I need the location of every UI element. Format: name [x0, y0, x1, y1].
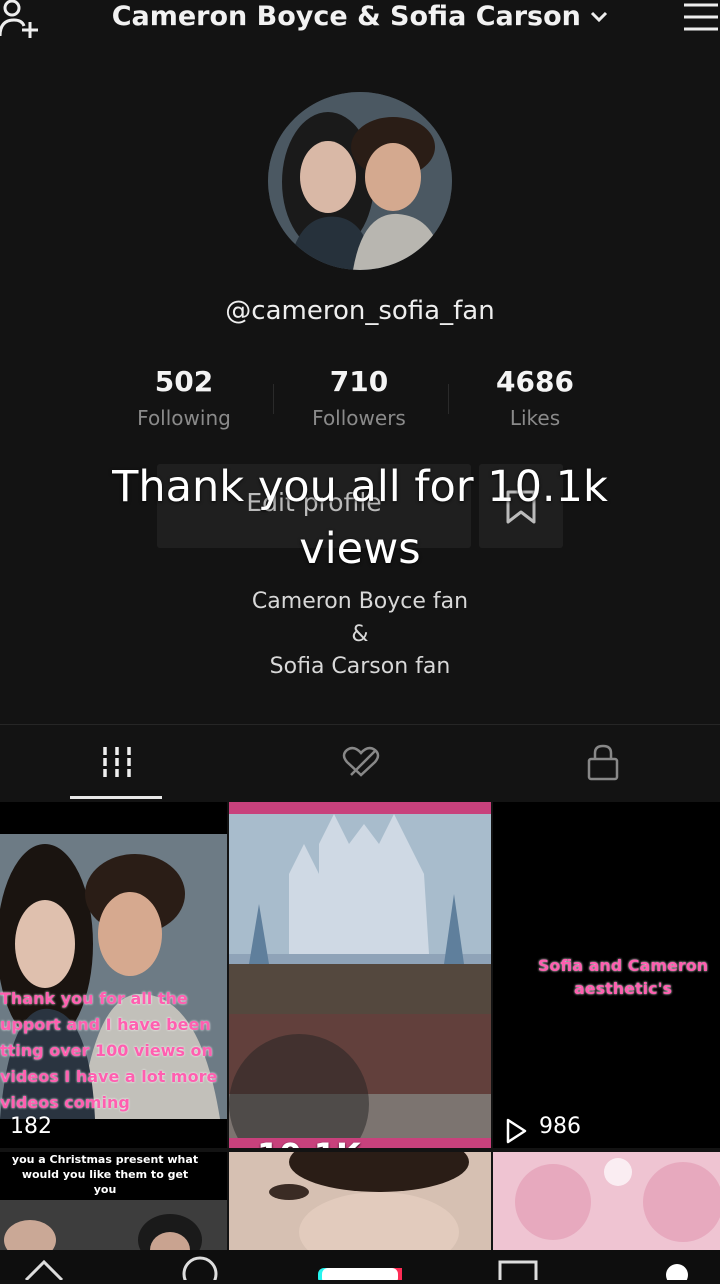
chevron-down-icon	[590, 7, 608, 28]
bio-line: &	[351, 621, 369, 647]
discover-icon[interactable]	[180, 1252, 220, 1284]
stat-value: 502	[154, 365, 214, 398]
page-title: Cameron Boyce & Sofia Carson	[111, 1, 581, 32]
bio-line: Sofia Carson fan	[269, 654, 451, 679]
play-icon	[505, 1118, 527, 1148]
video-thumbnail[interactable]: Thank you for all the upport and I have …	[0, 802, 227, 1148]
stat-likes[interactable]: 4686 Likes	[465, 362, 605, 434]
bottom-nav	[0, 1250, 720, 1284]
stat-value: 4686	[496, 365, 574, 398]
video-thumbnail[interactable]: Sofia and Cameron aesthetic's 986	[493, 802, 720, 1148]
stat-followers[interactable]: 710 Followers	[289, 362, 429, 434]
stat-following[interactable]: 502 Following	[114, 362, 254, 434]
view-count: 182	[10, 1114, 52, 1139]
account-switcher[interactable]: Cameron Boyce & Sofia Carson	[0, 0, 720, 35]
liked-hidden-icon	[341, 745, 381, 783]
profile-icon[interactable]	[662, 1260, 692, 1284]
video-caption: Sofia and Cameron aesthetic's	[537, 956, 709, 998]
video-caption: Thank you for all the upport and I have …	[0, 989, 218, 1112]
active-tab-indicator	[70, 796, 162, 799]
video-thumbnail[interactable]	[229, 1152, 491, 1250]
profile-bio: Cameron Boyce fan & Sofia Carson fan	[0, 586, 720, 684]
view-count: 10.1K	[257, 1136, 361, 1148]
video-thumbnail[interactable]: you a Christmas present what would you l…	[0, 1152, 227, 1250]
avatar[interactable]	[268, 92, 452, 270]
video-thumbnail[interactable]: 10.1K	[229, 802, 491, 1148]
stat-label: Following	[137, 406, 231, 430]
username-handle: @cameron_sofia_fan	[225, 296, 495, 326]
stat-label: Followers	[312, 406, 406, 430]
lock-icon	[586, 743, 620, 785]
top-bar: Cameron Boyce & Sofia Carson	[0, 0, 720, 40]
divider	[0, 724, 720, 725]
view-count: 986	[539, 1114, 581, 1139]
hamburger-menu-icon[interactable]	[682, 2, 720, 36]
tab-liked[interactable]	[240, 735, 480, 795]
divider	[448, 384, 449, 414]
videos-grid-icon	[101, 745, 133, 783]
create-button-icon[interactable]	[318, 1264, 410, 1284]
divider	[273, 384, 274, 414]
video-caption: you a Christmas present what would you l…	[11, 1153, 199, 1196]
overlay-caption: Thank you all for 10.1k views	[112, 462, 608, 574]
stat-value: 710	[329, 365, 389, 398]
video-thumbnail[interactable]	[493, 1152, 720, 1250]
stat-label: Likes	[509, 406, 561, 430]
tab-videos[interactable]	[0, 735, 240, 795]
tab-private[interactable]	[480, 735, 720, 795]
bio-line: Cameron Boyce fan	[251, 589, 469, 614]
